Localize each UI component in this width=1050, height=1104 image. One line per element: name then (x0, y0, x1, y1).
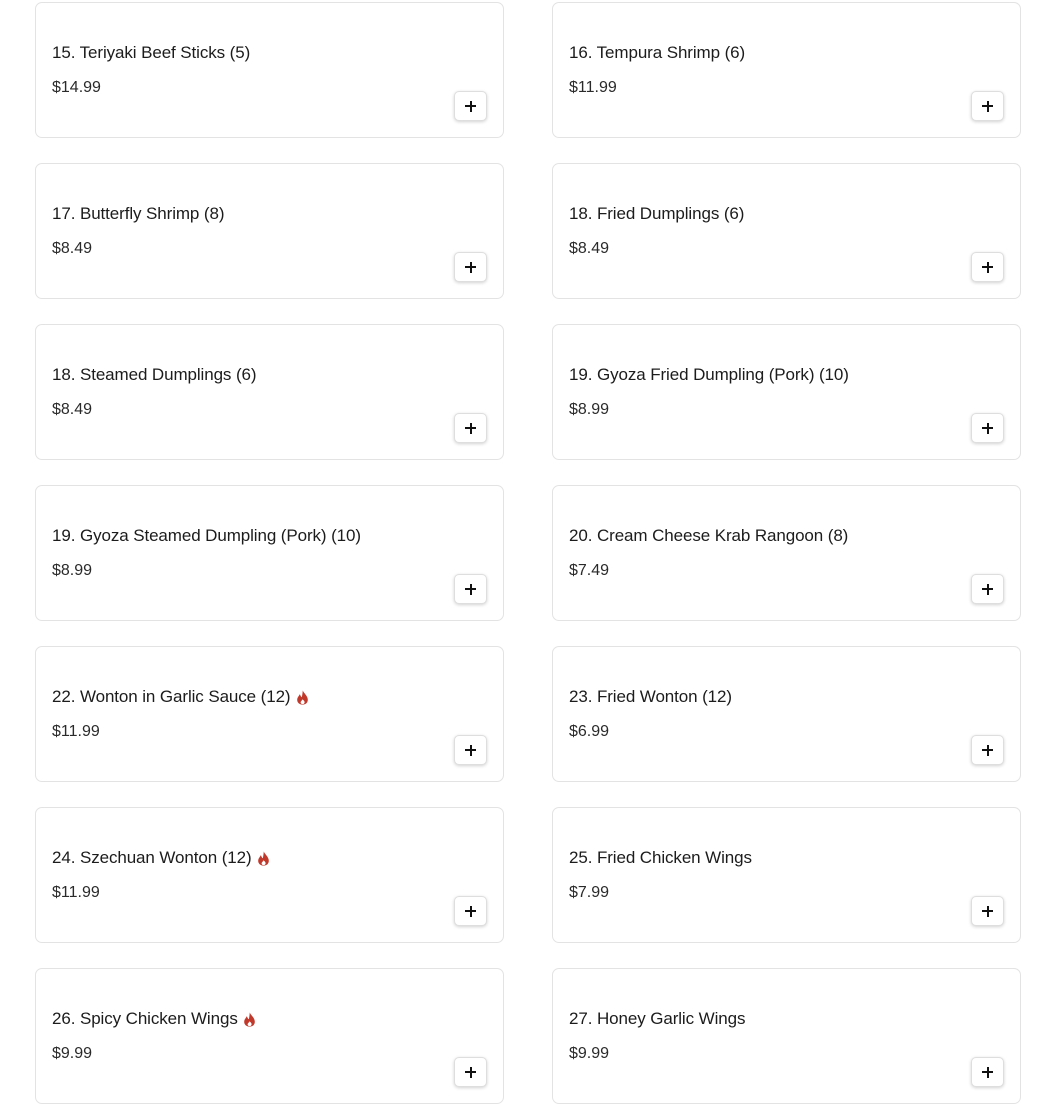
menu-item-card[interactable]: 17. Butterfly Shrimp (8) $8.49 (35, 163, 504, 299)
menu-item-card[interactable]: 23. Fried Wonton (12) $6.99 (552, 646, 1021, 782)
item-price: $8.99 (569, 401, 610, 418)
menu-item-card[interactable]: 19. Gyoza Fried Dumpling (Pork) (10) $8.… (552, 324, 1021, 460)
add-to-cart-button[interactable] (971, 896, 1004, 926)
item-name: 25. Fried Chicken Wings (569, 848, 752, 867)
item-price: $8.49 (569, 240, 610, 257)
add-to-cart-button[interactable] (971, 252, 1004, 282)
add-to-cart-button[interactable] (454, 252, 487, 282)
item-title-row: 27. Honey Garlic Wings (569, 1009, 745, 1029)
menu-item-card[interactable]: 26. Spicy Chicken Wings $9.99 (35, 968, 504, 1104)
plus-icon (982, 905, 993, 917)
item-name: 16. Tempura Shrimp (6) (569, 43, 746, 62)
item-title-row: 18. Fried Dumplings (6) (569, 204, 744, 224)
flame-icon (243, 1012, 256, 1027)
add-to-cart-button[interactable] (971, 574, 1004, 604)
menu-item-card[interactable]: 19. Gyoza Steamed Dumpling (Pork) (10) $… (35, 485, 504, 621)
flame-icon (257, 851, 270, 866)
item-name: 19. Gyoza Steamed Dumpling (Pork) (10) (52, 526, 361, 545)
item-price: $14.99 (52, 79, 101, 96)
item-name: 27. Honey Garlic Wings (569, 1009, 746, 1028)
menu-item-grid: 15. Teriyaki Beef Sticks (5) $14.99 16. … (35, 2, 1021, 1104)
item-title-row: 18. Steamed Dumplings (6) (52, 365, 257, 385)
add-to-cart-button[interactable] (971, 735, 1004, 765)
item-price: $11.99 (52, 884, 100, 901)
plus-icon (982, 100, 993, 112)
plus-icon (465, 261, 476, 273)
item-price: $11.99 (569, 79, 617, 96)
item-price: $7.99 (569, 884, 610, 901)
add-to-cart-button[interactable] (454, 574, 487, 604)
item-price: $11.99 (52, 723, 100, 740)
menu-item-card[interactable]: 18. Fried Dumplings (6) $8.49 (552, 163, 1021, 299)
item-name: 18. Steamed Dumplings (6) (52, 365, 257, 384)
plus-icon (465, 422, 476, 434)
plus-icon (465, 744, 476, 756)
menu-item-card[interactable]: 22. Wonton in Garlic Sauce (12) $11.99 (35, 646, 504, 782)
add-to-cart-button[interactable] (971, 413, 1004, 443)
item-price: $8.49 (52, 240, 93, 257)
add-to-cart-button[interactable] (454, 91, 487, 121)
item-price: $8.99 (52, 562, 93, 579)
add-to-cart-button[interactable] (971, 1057, 1004, 1087)
item-name: 24. Szechuan Wonton (12) (52, 848, 252, 867)
item-title-row: 24. Szechuan Wonton (12) (52, 848, 270, 868)
add-to-cart-button[interactable] (454, 735, 487, 765)
plus-icon (465, 100, 476, 112)
item-name: 23. Fried Wonton (12) (569, 687, 732, 706)
item-price: $9.99 (52, 1045, 93, 1062)
menu-item-card[interactable]: 25. Fried Chicken Wings $7.99 (552, 807, 1021, 943)
item-title-row: 22. Wonton in Garlic Sauce (12) (52, 687, 309, 707)
item-name: 20. Cream Cheese Krab Rangoon (8) (569, 526, 849, 545)
item-price: $6.99 (569, 723, 610, 740)
add-to-cart-button[interactable] (454, 896, 487, 926)
menu-item-card[interactable]: 16. Tempura Shrimp (6) $11.99 (552, 2, 1021, 138)
item-price: $9.99 (569, 1045, 610, 1062)
plus-icon (465, 583, 476, 595)
plus-icon (982, 261, 993, 273)
item-title-row: 19. Gyoza Steamed Dumpling (Pork) (10) (52, 526, 361, 546)
add-to-cart-button[interactable] (454, 413, 487, 443)
item-title-row: 15. Teriyaki Beef Sticks (5) (52, 43, 250, 63)
plus-icon (982, 744, 993, 756)
menu-item-card[interactable]: 18. Steamed Dumplings (6) $8.49 (35, 324, 504, 460)
item-name: 26. Spicy Chicken Wings (52, 1009, 238, 1028)
item-title-row: 25. Fried Chicken Wings (569, 848, 752, 868)
item-title-row: 19. Gyoza Fried Dumpling (Pork) (10) (569, 365, 849, 385)
item-price: $8.49 (52, 401, 93, 418)
add-to-cart-button[interactable] (454, 1057, 487, 1087)
plus-icon (982, 422, 993, 434)
plus-icon (465, 1066, 476, 1078)
item-price: $7.49 (569, 562, 610, 579)
item-name: 17. Butterfly Shrimp (8) (52, 204, 225, 223)
item-name: 19. Gyoza Fried Dumpling (Pork) (10) (569, 365, 849, 384)
menu-item-card[interactable]: 20. Cream Cheese Krab Rangoon (8) $7.49 (552, 485, 1021, 621)
item-name: 15. Teriyaki Beef Sticks (5) (52, 43, 251, 62)
item-title-row: 16. Tempura Shrimp (6) (569, 43, 745, 63)
add-to-cart-button[interactable] (971, 91, 1004, 121)
plus-icon (982, 1066, 993, 1078)
menu-item-card[interactable]: 27. Honey Garlic Wings $9.99 (552, 968, 1021, 1104)
item-title-row: 17. Butterfly Shrimp (8) (52, 204, 224, 224)
item-title-row: 23. Fried Wonton (12) (569, 687, 732, 707)
menu-item-card[interactable]: 24. Szechuan Wonton (12) $11.99 (35, 807, 504, 943)
plus-icon (465, 905, 476, 917)
item-name: 18. Fried Dumplings (6) (569, 204, 745, 223)
menu-item-card[interactable]: 15. Teriyaki Beef Sticks (5) $14.99 (35, 2, 504, 138)
flame-icon (296, 690, 309, 705)
item-title-row: 26. Spicy Chicken Wings (52, 1009, 256, 1029)
item-name: 22. Wonton in Garlic Sauce (12) (52, 687, 291, 706)
item-title-row: 20. Cream Cheese Krab Rangoon (8) (569, 526, 848, 546)
plus-icon (982, 583, 993, 595)
